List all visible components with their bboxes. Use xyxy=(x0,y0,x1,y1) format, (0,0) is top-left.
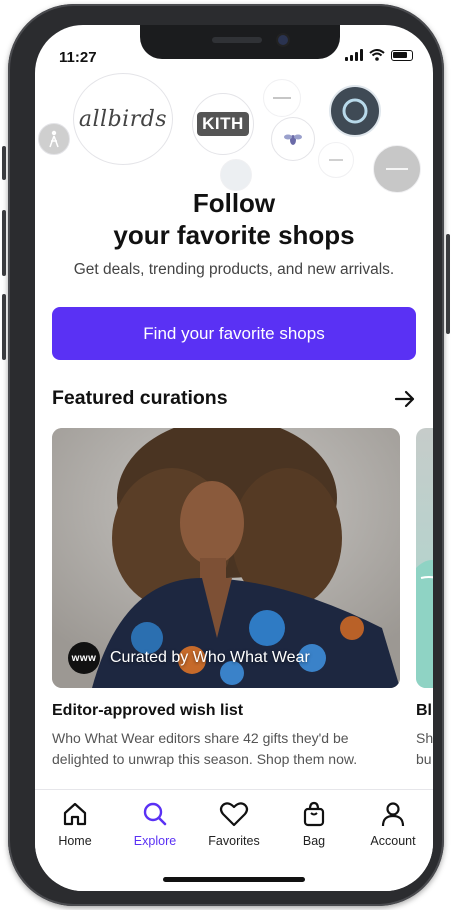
battery-icon xyxy=(391,49,413,61)
tab-favorites[interactable]: Favorites xyxy=(199,800,269,848)
tiny-shop-logo[interactable] xyxy=(263,79,301,117)
tab-explore[interactable]: Explore xyxy=(120,800,190,848)
curator-row: www Curated by Who What Wear xyxy=(68,642,310,674)
search-icon xyxy=(143,802,167,826)
ring-shop-logo[interactable] xyxy=(329,85,381,137)
faded-logo-mark xyxy=(329,159,343,161)
status-time: 11:27 xyxy=(59,49,97,66)
curation-card-image-2[interactable] xyxy=(416,428,433,688)
allbirds-logo-text: allbirds xyxy=(78,106,168,132)
featured-curations-title: Featured curations xyxy=(52,387,228,409)
kith-logo-text: KITH xyxy=(197,112,249,136)
mute-switch xyxy=(2,146,6,180)
home-icon xyxy=(63,802,87,826)
heart-icon xyxy=(219,802,249,827)
card-2-photo xyxy=(416,560,433,688)
tab-home[interactable]: Home xyxy=(40,800,110,848)
curator-badge: www xyxy=(68,642,100,674)
kith-logo[interactable]: KITH xyxy=(192,93,254,155)
tab-favorites-label: Favorites xyxy=(208,834,260,848)
curation-card-2-title[interactable]: Bl xyxy=(416,702,432,720)
small-shop-logo[interactable] xyxy=(38,123,70,155)
find-shops-button[interactable]: Find your favorite shops xyxy=(52,307,416,360)
volume-down-button xyxy=(2,294,6,360)
volume-up-button xyxy=(2,210,6,276)
curation-card-2-description: Sh bu xyxy=(416,730,433,767)
curation-card-image[interactable]: www Curated by Who What Wear xyxy=(52,428,400,688)
curation-card-description: Who What Wear editors share 42 gifts the… xyxy=(52,730,358,767)
tab-bag-label: Bag xyxy=(302,834,326,848)
home-indicator xyxy=(163,877,305,882)
faded-shop-logo-2[interactable] xyxy=(373,145,421,193)
ring-icon xyxy=(342,98,368,124)
tab-home-label: Home xyxy=(58,834,92,848)
person-icon xyxy=(381,802,405,827)
bag-icon xyxy=(303,801,325,827)
faded-shop-logo-1[interactable] xyxy=(318,142,354,178)
faded-logo-mark xyxy=(386,168,408,170)
tiny-logo-mark xyxy=(273,97,291,99)
wifi-icon xyxy=(369,49,385,61)
status-icons xyxy=(345,49,413,61)
power-button xyxy=(446,234,450,334)
speaker xyxy=(212,37,262,43)
bee-icon xyxy=(284,134,302,145)
allbirds-logo[interactable]: allbirds xyxy=(73,73,173,165)
curation-card-title[interactable]: Editor-approved wish list xyxy=(52,702,243,720)
tab-explore-label: Explore xyxy=(133,834,177,848)
tab-account-label: Account xyxy=(370,834,416,848)
camera xyxy=(278,35,288,45)
cellular-signal-icon xyxy=(345,49,363,61)
headline-line-1: Follow xyxy=(192,188,276,218)
arrow-right-icon[interactable] xyxy=(393,387,417,411)
tab-bag[interactable]: Bag xyxy=(279,800,349,848)
phone-screen: 11:27 allbirds KITH Follow your favorite… xyxy=(35,25,433,891)
notch xyxy=(140,25,340,59)
hero-subtitle: Get deals, trending products, and new ar… xyxy=(73,261,395,278)
phone-frame: 11:27 allbirds KITH Follow your favorite… xyxy=(2,4,450,906)
headline-line-2: your favorite shops xyxy=(113,220,355,250)
tab-account[interactable]: Account xyxy=(358,800,428,848)
tab-bar: Home Explore Favorites Bag Account xyxy=(35,789,433,891)
bee-shop-logo[interactable] xyxy=(271,117,315,161)
curator-label: Curated by Who What Wear xyxy=(110,649,310,666)
figure-icon xyxy=(49,130,59,148)
